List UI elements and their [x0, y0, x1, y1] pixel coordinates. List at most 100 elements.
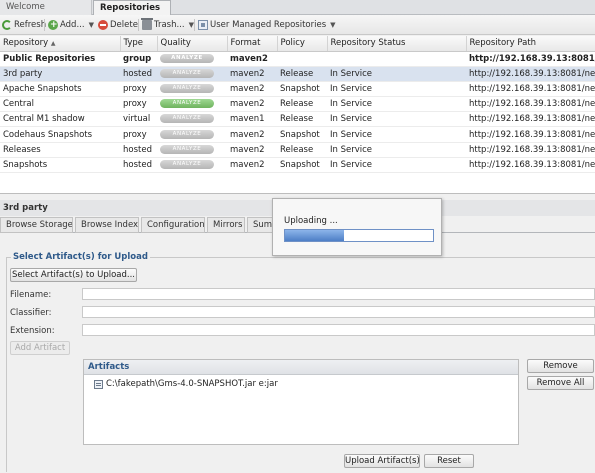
- repository-cell: Apache Snapshots: [0, 81, 120, 98]
- quality-cell: ANALYZE: [157, 111, 227, 128]
- add-artifact-button[interactable]: Add Artifact: [10, 341, 70, 355]
- type-cell: hosted: [120, 157, 157, 174]
- analyze-badge[interactable]: ANALYZE: [160, 68, 214, 78]
- refresh-button[interactable]: Refresh: [2, 18, 46, 32]
- progress-fill: [285, 230, 345, 241]
- column-header-policy[interactable]: Policy: [277, 36, 328, 52]
- refresh-label: Refresh: [14, 20, 47, 30]
- path-cell: http://192.168.39.13:8081/nexus/c: [466, 111, 595, 128]
- add-button[interactable]: Add... ▼: [48, 18, 94, 32]
- status-cell: In Service: [327, 81, 466, 98]
- artifacts-header: Artifacts: [84, 360, 518, 375]
- type-cell: hosted: [120, 66, 157, 82]
- format-cell: maven2: [227, 157, 277, 174]
- table-row[interactable]: Public Repositories group ANALYZE maven2 htt…: [0, 51, 595, 67]
- table-row[interactable]: Apache Snapshots proxy ANALYZE maven2 Snapsh…: [0, 81, 595, 98]
- tab-welcome[interactable]: Welcome: [0, 0, 92, 15]
- delete-button[interactable]: Delete: [98, 18, 138, 32]
- upload-artifacts-button[interactable]: Upload Artifact(s): [344, 454, 420, 468]
- type-cell: virtual: [120, 111, 157, 128]
- analyze-badge[interactable]: ANALYZE: [160, 114, 214, 124]
- status-cell: In Service: [327, 126, 466, 143]
- classifier-field[interactable]: [82, 306, 595, 318]
- format-cell: maven1: [227, 111, 277, 128]
- tab-browse-index[interactable]: Browse Index: [75, 217, 139, 233]
- table-row[interactable]: Snapshots hosted ANALYZE maven2 Snapshot In S…: [0, 157, 595, 174]
- format-cell: maven2: [227, 126, 277, 143]
- analyze-badge[interactable]: ANALYZE: [160, 159, 214, 169]
- column-header-type[interactable]: Type: [120, 36, 158, 52]
- toolbar-separator: [194, 19, 195, 31]
- analyze-badge[interactable]: ANALYZE: [160, 144, 214, 154]
- path-cell: http://192.168.39.13:8081/nexus/c: [466, 126, 595, 143]
- grid-header-row: Repository ▲ Type Quality Format Policy …: [0, 36, 595, 52]
- path-cell: http://192.168.39.13:8081/nexus/c: [466, 51, 595, 67]
- trash-label: Trash...: [154, 20, 185, 30]
- tab-configuration[interactable]: Configuration: [141, 217, 205, 233]
- trash-button[interactable]: Trash... ▼: [141, 18, 194, 32]
- repository-cell: Snapshots: [0, 157, 120, 174]
- tab-repositories[interactable]: Repositories: [93, 0, 171, 15]
- status-cell: In Service: [327, 66, 466, 82]
- tab-mirrors[interactable]: Mirrors: [207, 217, 245, 233]
- policy-cell: Release: [277, 142, 327, 158]
- column-header-format[interactable]: Format: [227, 36, 278, 52]
- table-row[interactable]: 3rd party hosted ANALYZE maven2 Release In Se…: [0, 66, 595, 82]
- extension-field[interactable]: [82, 324, 595, 336]
- path-cell: http://192.168.39.13:8081/nexus/c: [466, 66, 595, 82]
- refresh-icon: [2, 20, 12, 30]
- chevron-down-icon: ▼: [330, 21, 336, 29]
- reset-button[interactable]: Reset: [424, 454, 474, 468]
- column-header-status[interactable]: Repository Status: [327, 36, 467, 52]
- table-row[interactable]: Central M1 shadow virtual ANALYZE maven1 Rel…: [0, 111, 595, 128]
- format-cell: maven2: [227, 51, 277, 67]
- analyze-badge[interactable]: ANALYZE: [160, 129, 214, 139]
- repository-cell: Public Repositories: [0, 51, 120, 67]
- analyze-badge[interactable]: ANALYZE: [160, 99, 214, 109]
- table-row[interactable]: Central proxy ANALYZE maven2 Release In Servi…: [0, 96, 595, 113]
- status-cell: In Service: [327, 96, 466, 113]
- path-cell: http://192.168.39.13:8081/nexus/c: [466, 81, 595, 98]
- remove-button[interactable]: Remove: [527, 359, 594, 373]
- format-cell: maven2: [227, 142, 277, 158]
- user-managed-label: User Managed Repositories: [210, 20, 327, 30]
- user-managed-repositories-menu[interactable]: User Managed Repositories ▼: [198, 18, 336, 32]
- column-header-quality[interactable]: Quality: [157, 36, 228, 52]
- uploading-dialog: Uploading ...: [272, 198, 442, 256]
- sort-ascending-icon: ▲: [50, 40, 56, 48]
- artifact-item-label: C:\fakepath\Gms-4.0-SNAPSHOT.jar e:jar: [106, 379, 278, 389]
- status-cell: [327, 51, 466, 67]
- policy-cell: Release: [277, 96, 327, 113]
- quality-cell: ANALYZE: [157, 157, 227, 174]
- file-icon: [94, 379, 103, 389]
- column-header-repository[interactable]: Repository ▲: [0, 36, 121, 52]
- delete-label: Delete: [110, 20, 138, 30]
- artifact-list-item[interactable]: C:\fakepath\Gms-4.0-SNAPSHOT.jar e:jar: [94, 379, 278, 389]
- analyze-badge[interactable]: ANALYZE: [160, 53, 214, 63]
- extension-label: Extension:: [10, 326, 55, 336]
- quality-cell: ANALYZE: [157, 96, 227, 113]
- upload-fieldset-legend: Select Artifact(s) for Upload: [11, 252, 150, 262]
- column-header-label: Repository: [3, 38, 49, 49]
- table-row[interactable]: Releases hosted ANALYZE maven2 Release In Ser…: [0, 142, 595, 158]
- status-cell: In Service: [327, 142, 466, 158]
- path-cell: http://192.168.39.13:8081/nexus/c: [466, 142, 595, 158]
- filename-label: Filename:: [10, 290, 52, 300]
- repository-filter-icon: [198, 20, 208, 30]
- select-artifacts-button[interactable]: Select Artifact(s) to Upload...: [10, 268, 137, 282]
- tab-browse-storage[interactable]: Browse Storage: [0, 217, 73, 233]
- column-header-path[interactable]: Repository Path: [466, 36, 595, 52]
- quality-cell: ANALYZE: [157, 66, 227, 82]
- remove-all-button[interactable]: Remove All: [527, 376, 594, 390]
- toolbar-separator: [44, 19, 45, 31]
- filename-field[interactable]: [82, 288, 595, 300]
- add-label: Add...: [60, 20, 85, 30]
- policy-cell: Release: [277, 111, 327, 128]
- quality-cell: ANALYZE: [157, 142, 227, 158]
- repository-cell: 3rd party: [0, 66, 120, 82]
- analyze-badge[interactable]: ANALYZE: [160, 83, 214, 93]
- table-row[interactable]: Codehaus Snapshots proxy ANALYZE maven2 Snap…: [0, 126, 595, 143]
- policy-cell: Snapshot: [277, 81, 327, 98]
- type-cell: group: [120, 51, 157, 67]
- policy-cell: [277, 51, 327, 67]
